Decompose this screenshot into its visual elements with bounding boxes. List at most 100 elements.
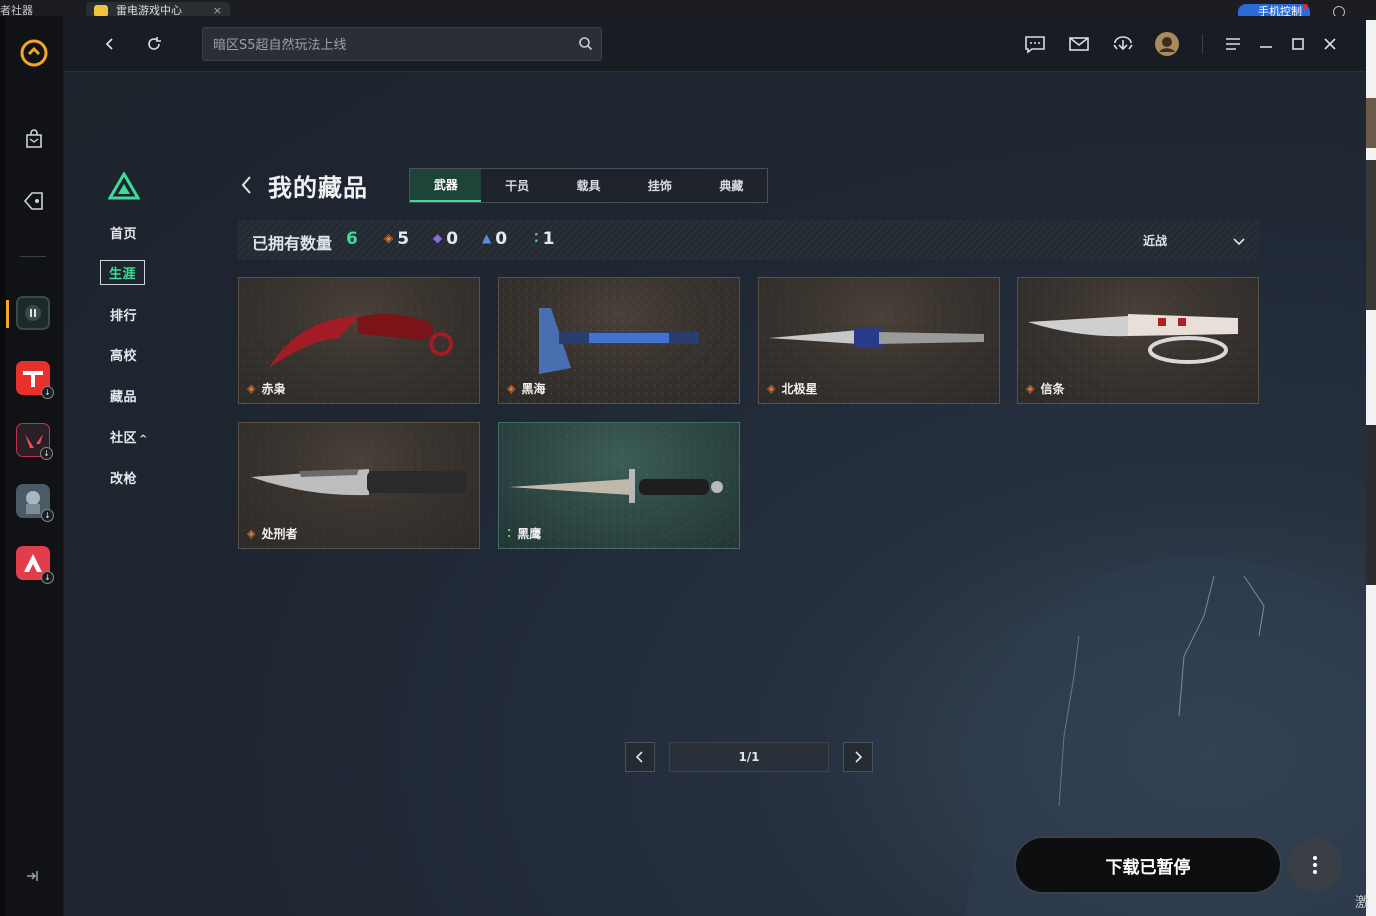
item-name: 黑海 <box>521 382 546 396</box>
item-name: 黑鹰 <box>517 527 542 541</box>
bg-thumb <box>1366 425 1376 585</box>
owned-label: 已拥有数量 <box>252 234 333 253</box>
orange-stat: ◈ 5 <box>384 229 409 249</box>
avatar[interactable] <box>1153 30 1181 58</box>
titlebar-divider <box>1202 34 1203 54</box>
chevron-up-icon: ^ <box>139 434 148 445</box>
tab-vehicles[interactable]: 载具 <box>553 169 624 202</box>
rarity-icon: ◈ <box>767 382 776 395</box>
tab-weapons[interactable]: 武器 <box>410 169 482 202</box>
green-count: 1 <box>542 229 555 249</box>
item-card-beijixing[interactable]: ◈ 北极星 <box>758 277 1000 404</box>
nav-career[interactable]: 生涯 <box>100 260 146 285</box>
refresh-button[interactable] <box>140 30 168 58</box>
page-back-button[interactable] <box>240 174 254 200</box>
search-input[interactable] <box>213 35 563 55</box>
item-card-heihai[interactable]: ◈ 黑海 <box>498 277 740 404</box>
rarity-icon: ◈ <box>247 527 256 540</box>
title-bar <box>64 16 1366 72</box>
menu-icon[interactable] <box>1219 30 1247 58</box>
rarity-icon: ⁚ <box>507 527 512 540</box>
item-name: 处刑者 <box>261 527 298 541</box>
search-icon[interactable] <box>578 36 593 55</box>
active-game-indicator <box>6 300 9 328</box>
item-label: ◈ 北极星 <box>767 380 817 397</box>
tab-charms[interactable]: 挂饰 <box>624 169 695 202</box>
green-stat: ⁚ 1 <box>534 229 554 249</box>
bg-thumb <box>1366 98 1376 148</box>
launcher-sidebar: ↓ ↓ ↓ ↓ <box>0 16 64 916</box>
stats-bar: 已拥有数量 6 ◈ 5 ◆ 0 ▲ 0 ⁚ 1 近战 <box>238 220 1260 260</box>
item-card-heiying[interactable]: ⁚ 黑鹰 <box>498 422 740 549</box>
item-label: ◈ 信条 <box>1026 380 1064 397</box>
orange-gem-icon: ◈ <box>384 231 394 245</box>
gamepad-tag-icon[interactable] <box>17 184 51 218</box>
nav-home[interactable]: 首页 <box>110 223 137 242</box>
item-card-xintiao[interactable]: ◈ 信条 <box>1017 277 1259 404</box>
corner-text: 激 <box>1355 895 1369 911</box>
nav-community-label: 社区 <box>110 431 138 446</box>
background-window-edge <box>1366 20 1376 916</box>
game-icon-3[interactable]: ↓ <box>16 484 54 522</box>
category-tabs: 武器 干员 载具 挂饰 典藏 <box>409 168 768 203</box>
item-label: ◈ 黑海 <box>507 380 545 397</box>
search-box[interactable] <box>202 27 602 61</box>
next-page-button[interactable] <box>843 742 873 772</box>
game-icon-1[interactable]: ↓ <box>16 361 54 399</box>
item-label: ⁚ 黑鹰 <box>507 525 541 542</box>
nav-campus[interactable]: 高校 <box>110 345 137 364</box>
item-card-chixiao[interactable]: ◈ 赤枭 <box>238 277 480 404</box>
notification-dot <box>1303 4 1308 9</box>
owned-count: 6 <box>346 229 358 249</box>
previous-page-button[interactable] <box>625 742 655 772</box>
blue-count: 0 <box>495 229 508 249</box>
download-badge-icon: ↓ <box>41 509 54 522</box>
download-badge-icon: ↓ <box>40 447 53 460</box>
rarity-icon: ◈ <box>507 382 516 395</box>
minimize-icon[interactable] <box>1252 30 1280 58</box>
bg-thumb <box>1366 160 1376 310</box>
back-button[interactable] <box>96 30 124 58</box>
more-options-icon[interactable] <box>1288 838 1342 892</box>
orange-count: 5 <box>397 229 410 249</box>
item-name: 赤枭 <box>261 382 286 396</box>
item-name: 信条 <box>1040 382 1065 396</box>
store-bag-icon[interactable] <box>17 122 51 156</box>
main-window: 首页 生涯 排行 高校 藏品 社区^ 改枪 我的藏品 武器 干员 载具 挂饰 典… <box>64 16 1366 916</box>
download-manager-icon[interactable] <box>1109 30 1137 58</box>
item-label: ◈ 赤枭 <box>247 380 285 397</box>
game-logo-icon <box>107 171 141 204</box>
page-indicator: 1/1 <box>669 742 829 772</box>
blue-stat: ▲ 0 <box>482 229 507 249</box>
running-game-icon[interactable] <box>16 296 50 330</box>
nav-ranking[interactable]: 排行 <box>110 305 137 324</box>
maximize-icon[interactable] <box>1284 30 1312 58</box>
download-badge-icon: ↓ <box>41 386 54 399</box>
item-card-chuxingzhe[interactable]: ◈ 处刑者 <box>238 422 480 549</box>
purple-count: 0 <box>446 229 459 249</box>
game-icon-4[interactable]: ↓ <box>16 546 54 584</box>
launcher-edge <box>0 16 6 916</box>
chevron-down-icon[interactable] <box>1232 232 1246 251</box>
tab-operators[interactable]: 干员 <box>481 169 552 202</box>
tab-archive[interactable]: 典藏 <box>696 169 767 202</box>
valorant-game-icon[interactable]: ↓ <box>16 423 53 460</box>
ldplayer-logo-icon[interactable] <box>17 36 51 70</box>
chat-icon[interactable] <box>1021 30 1049 58</box>
download-paused-button[interactable]: 下载已暂停 <box>1014 836 1282 894</box>
item-label: ◈ 处刑者 <box>247 525 297 542</box>
purple-stat: ◆ 0 <box>433 229 458 249</box>
blue-gem-icon: ▲ <box>482 231 492 245</box>
sort-dropdown-value[interactable]: 近战 <box>1143 232 1167 249</box>
page-title: 我的藏品 <box>268 174 368 202</box>
mail-icon[interactable] <box>1065 30 1093 58</box>
nav-community[interactable]: 社区 ^ <box>110 427 148 446</box>
nav-gunsmith[interactable]: 改枪 <box>110 468 137 487</box>
rarity-icon: ◈ <box>1026 382 1035 395</box>
download-badge-icon: ↓ <box>41 571 54 584</box>
rarity-icon: ◈ <box>247 382 256 395</box>
purple-gem-icon: ◆ <box>433 231 443 245</box>
expand-sidebar-icon[interactable] <box>18 862 46 890</box>
nav-collection[interactable]: 藏品 <box>110 386 137 405</box>
close-icon[interactable] <box>1316 30 1344 58</box>
